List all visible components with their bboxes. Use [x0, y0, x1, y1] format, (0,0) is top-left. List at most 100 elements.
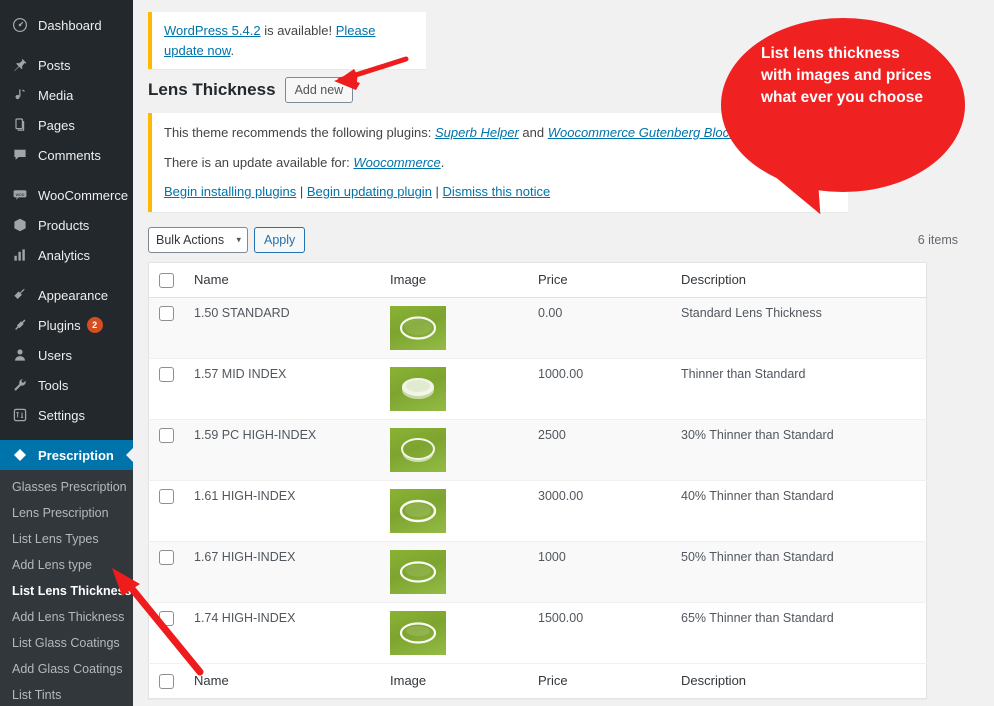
column-header-name[interactable]: Name — [184, 262, 380, 298]
superb-helper-link[interactable]: Superb Helper — [435, 125, 519, 140]
sidebar-item-pages[interactable]: Pages — [0, 110, 133, 140]
row-name: 1.57 MID INDEX — [184, 358, 380, 420]
row-checkbox-cell — [148, 602, 184, 664]
sidebar-item-comments[interactable]: Comments — [0, 140, 133, 170]
sidebar-divider — [0, 270, 133, 280]
sidebar-item-appearance[interactable]: Appearance — [0, 280, 133, 310]
row-price: 1000.00 — [528, 358, 671, 420]
sidebar-item-label: Comments — [38, 147, 101, 163]
table-row[interactable]: 1.59 PC HIGH-INDEX 2500 30% Thinner than… — [148, 419, 927, 481]
prescription-submenu: Glasses Prescription Lens Prescription L… — [0, 470, 133, 706]
row-description: Thinner than Standard — [671, 358, 927, 420]
row-checkbox[interactable] — [159, 610, 174, 626]
row-price: 2500 — [528, 419, 671, 481]
prescription-icon — [10, 445, 30, 465]
sidebar-item-tools[interactable]: Tools — [0, 370, 133, 400]
wordpress-version-link[interactable]: WordPress 5.4.2 — [164, 23, 261, 38]
sidebar-item-dashboard[interactable]: Dashboard — [0, 10, 133, 40]
row-name: 1.61 HIGH-INDEX — [184, 480, 380, 542]
row-name: 1.74 HIGH-INDEX — [184, 602, 380, 664]
bulk-actions-select-top[interactable]: Bulk Actions — [148, 226, 248, 253]
submenu-item-list-lens-types[interactable]: List Lens Types — [0, 526, 133, 552]
sidebar-item-media[interactable]: Media — [0, 80, 133, 110]
sidebar-item-analytics[interactable]: Analytics — [0, 240, 133, 270]
lens-thumbnail-icon — [390, 549, 446, 594]
lens-thickness-table: Name Image Price Description 1.50 STANDA… — [148, 261, 927, 699]
sidebar-divider — [0, 430, 133, 440]
submenu-item-glasses-prescription[interactable]: Glasses Prescription — [0, 474, 133, 500]
lens-thumbnail-icon — [390, 366, 446, 411]
column-header-image[interactable]: Image — [380, 262, 528, 298]
sidebar-item-label: Appearance — [38, 287, 109, 303]
begin-updating-plugin-link[interactable]: Begin updating plugin — [307, 184, 432, 199]
woocommerce-gutenberg-blocks-link[interactable]: Woocommerce Gutenberg Blocks — [548, 125, 742, 140]
column-header-description[interactable]: Description — [671, 262, 927, 298]
column-footer-price[interactable]: Price — [528, 662, 671, 699]
table-body: 1.50 STANDARD 0.00 Standard Lens Thickne… — [148, 297, 927, 664]
sidebar-item-prescription[interactable]: Prescription — [0, 440, 133, 470]
table-row[interactable]: 1.74 HIGH-INDEX 1500.00 65% Thinner than… — [148, 602, 927, 664]
column-footer-description[interactable]: Description — [671, 662, 927, 699]
row-checkbox[interactable] — [159, 366, 174, 382]
row-checkbox-cell — [148, 297, 184, 359]
row-name: 1.67 HIGH-INDEX — [184, 541, 380, 603]
submenu-item-add-lens-thickness[interactable]: Add Lens Thickness — [0, 604, 133, 630]
products-icon — [10, 215, 30, 235]
wordpress-update-notice: WordPress 5.4.2 is available! Please upd… — [148, 12, 426, 69]
table-row[interactable]: 1.57 MID INDEX 1000.00 Thinner than Stan… — [148, 358, 927, 420]
submenu-item-list-tints[interactable]: List Tints — [0, 682, 133, 706]
begin-installing-plugins-link[interactable]: Begin installing plugins — [164, 184, 296, 199]
callout-text: List lens thickness with images and pric… — [761, 45, 932, 106]
row-price: 1500.00 — [528, 602, 671, 664]
submenu-item-lens-prescription[interactable]: Lens Prescription — [0, 500, 133, 526]
add-new-button[interactable]: Add new — [284, 77, 354, 103]
tablenav-top: Bulk Actions ▾ Apply 6 items — [148, 224, 976, 256]
items-count-top: 6 items — [917, 232, 958, 247]
sidebar-item-plugins[interactable]: Plugins 2 — [0, 310, 133, 340]
sidebar-divider — [0, 170, 133, 180]
row-image-cell — [380, 602, 528, 664]
woocommerce-icon: woo — [10, 185, 30, 205]
apply-button-top[interactable]: Apply — [254, 226, 306, 253]
submenu-item-list-glass-coatings[interactable]: List Glass Coatings — [0, 630, 133, 656]
row-checkbox[interactable] — [159, 488, 174, 504]
select-all-checkbox-top[interactable] — [159, 272, 174, 288]
sidebar-item-posts[interactable]: Posts — [0, 50, 133, 80]
sidebar-item-users[interactable]: Users — [0, 340, 133, 370]
column-footer-name[interactable]: Name — [184, 662, 380, 699]
column-header-price[interactable]: Price — [528, 262, 671, 298]
select-all-checkbox-bottom[interactable] — [159, 673, 174, 689]
row-name: 1.50 STANDARD — [184, 297, 380, 359]
table-row[interactable]: 1.67 HIGH-INDEX 1000 50% Thinner than St… — [148, 541, 927, 603]
row-checkbox-cell — [148, 419, 184, 481]
table-row[interactable]: 1.61 HIGH-INDEX 3000.00 40% Thinner than… — [148, 480, 927, 542]
row-checkbox[interactable] — [159, 305, 174, 321]
sidebar-item-settings[interactable]: Settings — [0, 400, 133, 430]
row-name: 1.59 PC HIGH-INDEX — [184, 419, 380, 481]
line1-prefix: This theme recommends the following plug… — [164, 125, 435, 140]
submenu-item-add-glass-coatings[interactable]: Add Glass Coatings — [0, 656, 133, 682]
woocommerce-link[interactable]: Woocommerce — [353, 155, 440, 170]
submenu-item-add-lens-type[interactable]: Add Lens type — [0, 552, 133, 578]
submenu-item-list-lens-thickness[interactable]: List Lens Thickness — [0, 578, 133, 604]
sidebar-item-label: Products — [38, 217, 90, 233]
row-checkbox[interactable] — [159, 427, 174, 443]
sidebar-item-woocommerce[interactable]: woo WooCommerce — [0, 180, 133, 210]
row-checkbox[interactable] — [159, 549, 174, 565]
sidebar-item-label: Tools — [38, 377, 69, 393]
sidebar-item-label: Settings — [38, 407, 85, 423]
users-icon — [10, 345, 30, 365]
table-row[interactable]: 1.50 STANDARD 0.00 Standard Lens Thickne… — [148, 297, 927, 359]
table-foot: Name Image Price Description — [148, 662, 927, 699]
sidebar-item-label: Posts — [38, 57, 71, 73]
sidebar-item-products[interactable]: Products — [0, 210, 133, 240]
table-header-row: Name Image Price Description — [148, 262, 927, 298]
sidebar-item-label: Media — [38, 87, 74, 103]
line2-prefix: There is an update available for: — [164, 154, 354, 170]
dismiss-this-notice-link[interactable]: Dismiss this notice — [443, 184, 551, 199]
select-all-footer — [148, 662, 184, 699]
sidebar-divider — [0, 40, 133, 50]
update-notice-middle: is available! — [260, 23, 336, 38]
column-footer-image[interactable]: Image — [380, 662, 528, 699]
row-description: 50% Thinner than Standard — [671, 541, 927, 603]
